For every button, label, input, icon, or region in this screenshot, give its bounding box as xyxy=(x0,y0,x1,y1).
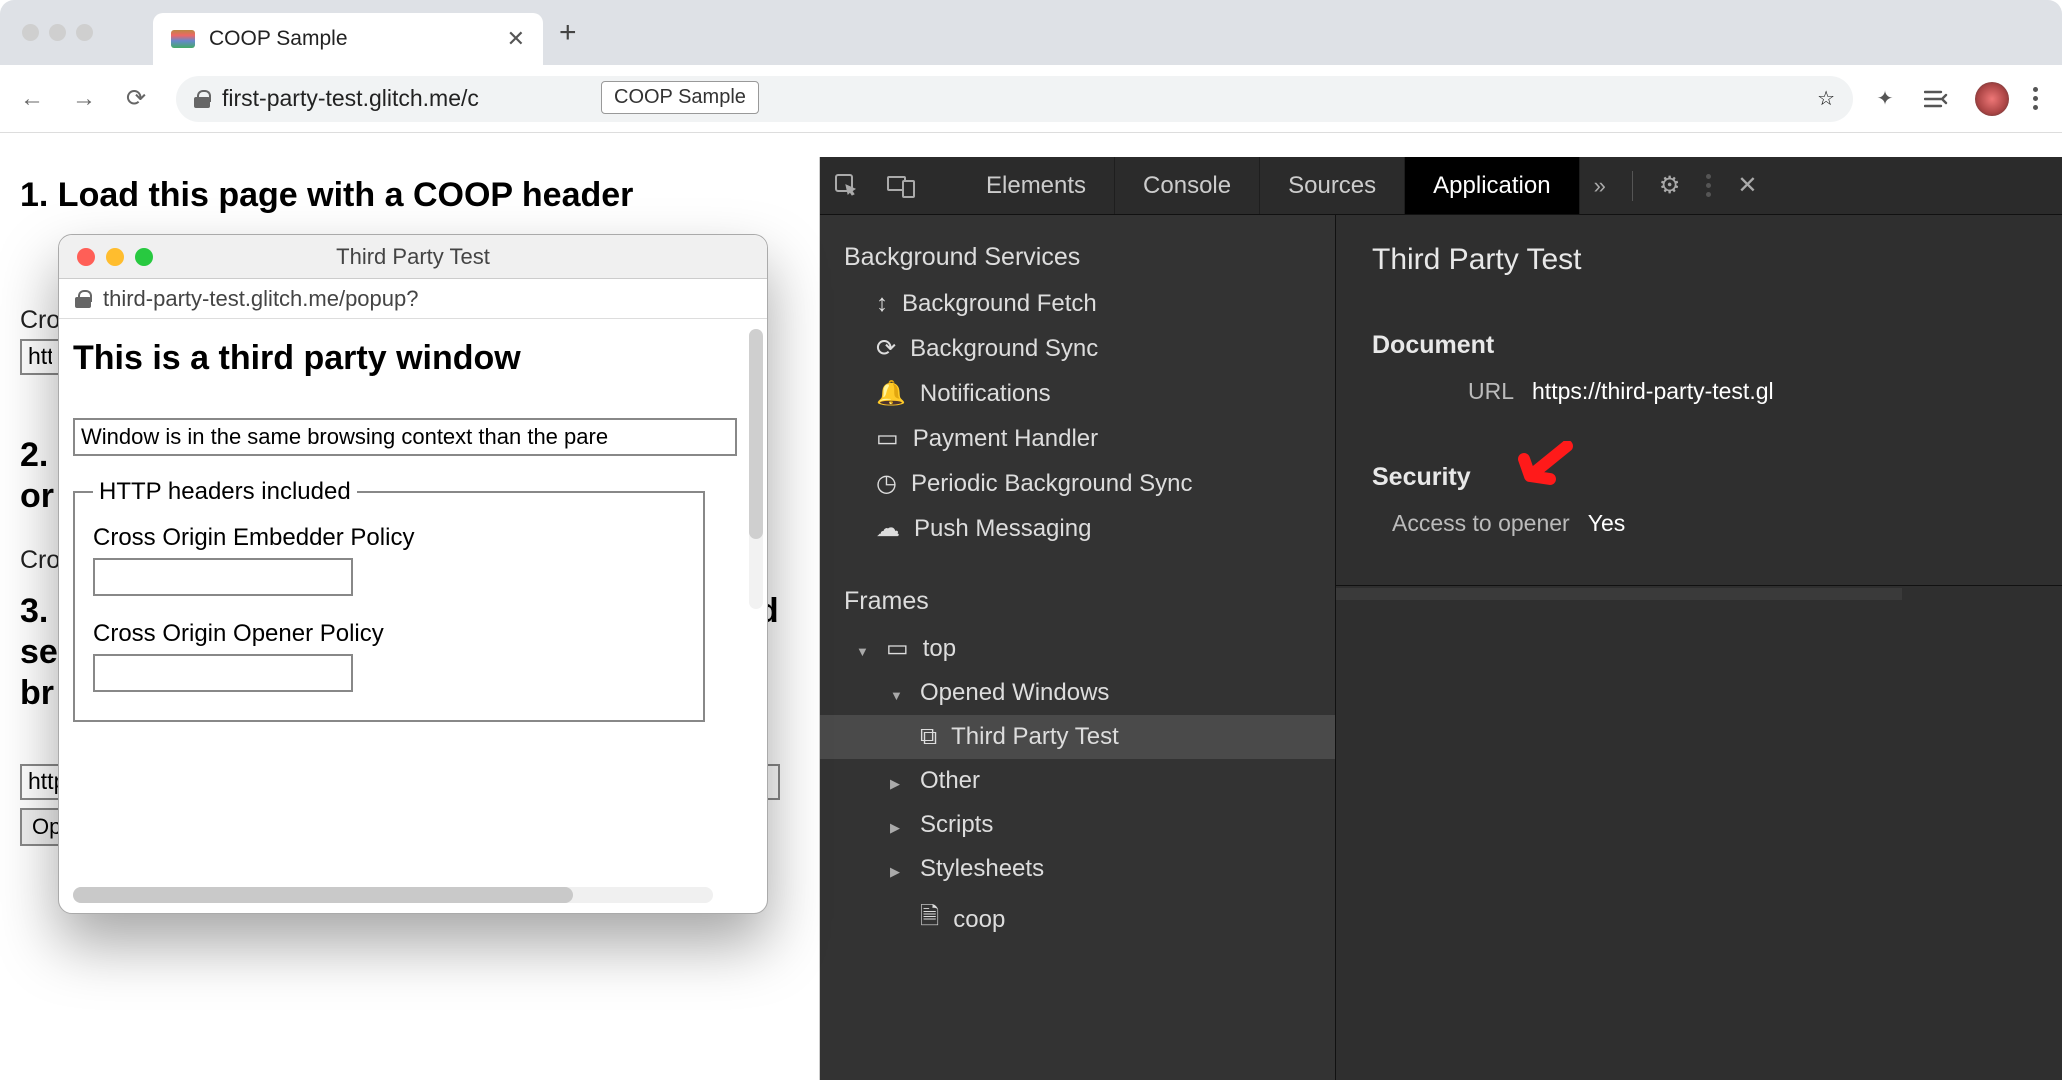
sidebar-item-bg-fetch[interactable]: ↕Background Fetch xyxy=(820,282,1335,326)
devtools-panel: Elements Console Sources Application » ⚙… xyxy=(820,157,2062,1080)
access-opener-value: Yes xyxy=(1588,510,1626,537)
popup-scrollbar-vertical[interactable] xyxy=(749,329,763,609)
favicon-icon xyxy=(171,30,195,48)
devtools-sidebar: Background Services ↕Background Fetch ⟳B… xyxy=(820,215,1336,1080)
url-value: https://third-party-test.gl xyxy=(1532,378,1774,405)
close-tab-icon[interactable]: ✕ xyxy=(507,26,525,52)
page-heading-1: 1. Load this page with a COOP header xyxy=(20,175,799,216)
back-button[interactable]: ← xyxy=(10,77,54,121)
popup-heading: This is a third party window xyxy=(73,339,753,378)
reading-list-icon[interactable] xyxy=(1923,85,1951,113)
headers-fieldset: HTTP headers included Cross Origin Embed… xyxy=(73,478,705,722)
lock-icon xyxy=(75,290,91,308)
omnibox-tooltip: COOP Sample xyxy=(601,81,759,114)
device-toggle-icon[interactable] xyxy=(874,157,928,214)
scrollbar-horizontal[interactable] xyxy=(1336,588,1902,600)
inspect-tool-icon[interactable] xyxy=(820,157,874,214)
file-icon: 🗎 xyxy=(920,899,939,940)
sync-arrows-icon: ↕ xyxy=(876,290,888,318)
frame-title: Third Party Test xyxy=(1336,235,2062,301)
overflow-tabs-icon[interactable]: » xyxy=(1594,173,1606,199)
url-label: URL xyxy=(1468,378,1514,405)
arrow-indicator-icon xyxy=(1512,441,1576,497)
security-heading: Security xyxy=(1372,463,2026,492)
coop-input[interactable] xyxy=(93,654,353,692)
browsing-context-message: Window is in the same browsing context t… xyxy=(73,418,737,456)
address-bar-row: ← → ⟳ first-party-test.glitch.me/c COOP … xyxy=(0,65,2062,133)
devtools-main: Third Party Test Document URL https://th… xyxy=(1336,215,2062,1080)
popup-body: This is a third party window Window is i… xyxy=(59,319,767,913)
card-icon: ▭ xyxy=(876,424,899,453)
extension-icons: ✦ xyxy=(1871,82,2052,116)
coop-label: Cross Origin Opener Policy xyxy=(93,620,685,648)
omnibox-url: first-party-test.glitch.me/c xyxy=(222,85,479,112)
fieldset-legend: HTTP headers included xyxy=(93,478,357,506)
reload-button[interactable]: ⟳ xyxy=(114,77,158,121)
traffic-min[interactable] xyxy=(49,24,66,41)
sidebar-item-bg-sync[interactable]: ⟳Background Sync xyxy=(820,326,1335,371)
tab-console[interactable]: Console xyxy=(1115,157,1260,214)
cloud-icon: ☁ xyxy=(876,514,900,543)
window-icon: ▭ xyxy=(886,634,909,663)
omnibox[interactable]: first-party-test.glitch.me/c COOP Sample… xyxy=(176,76,1853,122)
http-input-partial[interactable] xyxy=(20,339,60,375)
access-opener-label: Access to opener xyxy=(1392,510,1570,537)
sidebar-opened-windows[interactable]: Opened Windows xyxy=(820,671,1335,715)
star-icon[interactable]: ☆ xyxy=(1817,86,1835,111)
new-tab-button[interactable]: + xyxy=(559,16,577,50)
window-traffic-lights xyxy=(22,24,93,41)
refresh-icon: ⟳ xyxy=(876,334,896,363)
sidebar-item-payment-handler[interactable]: ▭Payment Handler xyxy=(820,416,1335,461)
close-devtools-icon[interactable]: ✕ xyxy=(1737,171,1757,200)
sidebar-item-notifications[interactable]: 🔔Notifications xyxy=(820,371,1335,416)
sidebar-frame-third-party[interactable]: ⧉Third Party Test xyxy=(820,715,1335,759)
sidebar-scripts[interactable]: Scripts xyxy=(820,803,1335,847)
popup-max-button[interactable] xyxy=(135,248,153,266)
browser-chrome: COOP Sample ✕ + ← → ⟳ first-party-test.g… xyxy=(0,0,2062,157)
coep-input[interactable] xyxy=(93,558,353,596)
settings-gear-icon[interactable]: ⚙ xyxy=(1659,171,1681,200)
popup-titlebar: Third Party Test xyxy=(59,235,767,279)
sidebar-section-bg-services: Background Services xyxy=(820,233,1335,282)
devtools-tabstrip: Elements Console Sources Application » ⚙… xyxy=(820,157,2062,215)
sidebar-frame-top[interactable]: ▭top xyxy=(820,626,1335,671)
sidebar-stylesheets[interactable]: Stylesheets xyxy=(820,847,1335,891)
tab-title: COOP Sample xyxy=(209,27,493,51)
popup-window-icon: ⧉ xyxy=(920,723,937,751)
devtools-menu-icon[interactable] xyxy=(1706,174,1711,197)
traffic-max[interactable] xyxy=(76,24,93,41)
traffic-close[interactable] xyxy=(22,24,39,41)
popup-min-button[interactable] xyxy=(106,248,124,266)
popup-close-button[interactable] xyxy=(77,248,95,266)
tab-sources[interactable]: Sources xyxy=(1260,157,1405,214)
sidebar-item-push-messaging[interactable]: ☁Push Messaging xyxy=(820,506,1335,551)
sidebar-file-coop[interactable]: 🗎coop xyxy=(820,891,1335,948)
forward-button[interactable]: → xyxy=(62,77,106,121)
popup-address-bar[interactable]: third-party-test.glitch.me/popup? xyxy=(59,279,767,319)
divider xyxy=(1336,585,2062,586)
tab-elements[interactable]: Elements xyxy=(958,157,1115,214)
popup-url: third-party-test.glitch.me/popup? xyxy=(103,286,419,312)
browser-tab[interactable]: COOP Sample ✕ xyxy=(153,13,543,65)
tab-strip: COOP Sample ✕ + xyxy=(0,0,2062,65)
lock-icon xyxy=(194,90,210,108)
popup-scrollbar-horizontal[interactable] xyxy=(73,887,713,903)
extensions-icon[interactable]: ✦ xyxy=(1871,85,1899,113)
coep-label: Cross Origin Embedder Policy xyxy=(93,524,685,552)
popup-window: Third Party Test third-party-test.glitch… xyxy=(58,234,768,914)
clock-icon: ◷ xyxy=(876,469,897,498)
sidebar-section-frames: Frames xyxy=(820,577,1335,626)
sidebar-item-periodic-sync[interactable]: ◷Periodic Background Sync xyxy=(820,461,1335,506)
tab-application[interactable]: Application xyxy=(1405,157,1579,214)
sidebar-other[interactable]: Other xyxy=(820,759,1335,803)
chrome-menu-icon[interactable] xyxy=(2033,87,2038,110)
document-heading: Document xyxy=(1372,331,2026,360)
bell-icon: 🔔 xyxy=(876,379,906,408)
popup-title-text: Third Party Test xyxy=(59,244,767,270)
profile-avatar[interactable] xyxy=(1975,82,2009,116)
